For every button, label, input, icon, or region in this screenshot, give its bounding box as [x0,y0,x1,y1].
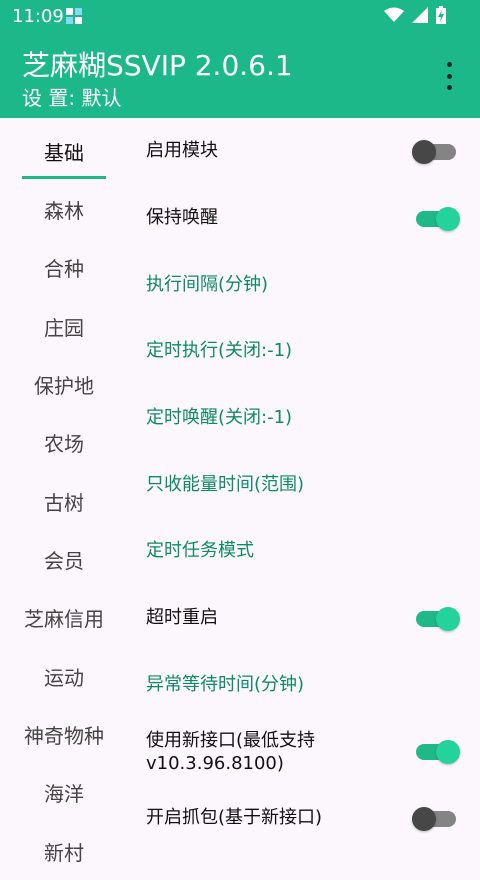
setting-label: 启用模块 [146,140,218,161]
setting-packet-capture[interactable]: 开启抓包(基于新接口) [146,805,466,831]
settings-list: 启用模块 保持唤醒 执行间隔(分钟) 定时执行(关闭:-1) 定时唤醒(关闭:-… [146,118,466,854]
sidebar-item-label: 古树 [44,490,84,515]
wifi-icon [384,7,404,27]
sidebar-item-reserve[interactable]: 保护地 [0,355,128,413]
sidebar-item-manor[interactable]: 庄园 [0,297,128,355]
setting-exec-interval[interactable]: 执行间隔(分钟) [146,272,466,298]
setting-label-line1: 使用新接口(最低支持 [146,730,316,751]
timeout-restart-switch[interactable] [414,607,460,631]
setting-error-wait-time[interactable]: 异常等待时间(分钟) [146,672,466,698]
setting-label: 定时唤醒(关闭:-1) [146,407,293,428]
setting-scheduled-exec[interactable]: 定时执行(关闭:-1) [146,338,466,364]
category-sidebar: 基础 森林 合种 庄园 保护地 农场 古树 会员 芝麻信用 运动 神奇物种 海洋… [0,118,128,865]
sidebar-item-basic[interactable]: 基础 [0,122,128,180]
signal-icon [412,7,428,27]
app-title: 芝麻糊SSVIP 2.0.6.1 [22,49,293,82]
sidebar-item-farm[interactable]: 农场 [0,413,128,471]
enable-module-switch[interactable] [412,140,460,164]
sidebar-item-label: 芝麻信用 [24,606,104,631]
sidebar-item-label: 保护地 [34,373,94,398]
sidebar-item-magic-species[interactable]: 神奇物种 [0,705,128,763]
app-bar: 11:09 芝麻糊SSVIP 2.0.6.1 设 置: 默认 [0,0,480,118]
setting-label: 异常等待时间(分钟) [146,674,305,695]
sidebar-item-label: 运动 [44,665,84,690]
setting-energy-time-range[interactable]: 只收能量时间(范围) [146,472,466,498]
config-subtitle: 设 置: 默认 [22,86,122,110]
sidebar-item-forest[interactable]: 森林 [0,180,128,238]
sidebar-item-label: 庄园 [44,315,84,340]
setting-timeout-restart[interactable]: 超时重启 [146,605,466,631]
sidebar-item-sport[interactable]: 运动 [0,647,128,705]
setting-label: 使用新接口(最低支持 v10.3.96.8100) [146,729,315,775]
sidebar-item-label: 神奇物种 [24,723,104,748]
sidebar-item-village[interactable]: 新村 [0,822,128,880]
status-time: 11:09 [12,6,64,27]
setting-label: 超时重启 [146,607,218,628]
packet-capture-switch[interactable] [412,807,460,831]
setting-label: 执行间隔(分钟) [146,274,269,295]
sidebar-item-cooperate[interactable]: 合种 [0,238,128,296]
setting-label: 保持唤醒 [146,207,218,228]
sidebar-item-label: 基础 [44,140,84,165]
system-icons [384,6,446,28]
setting-label-line2: v10.3.96.8100) [146,753,284,774]
setting-scheduled-wake[interactable]: 定时唤醒(关闭:-1) [146,405,466,431]
setting-task-mode[interactable]: 定时任务模式 [146,538,466,564]
setting-label: 只收能量时间(范围) [146,474,305,495]
setting-label: 定时执行(关闭:-1) [146,340,293,361]
sidebar-item-member[interactable]: 会员 [0,530,128,588]
sidebar-item-label: 会员 [44,548,84,573]
setting-keep-awake[interactable]: 保持唤醒 [146,205,466,231]
battery-icon [436,6,446,28]
sidebar-item-ancient-tree[interactable]: 古树 [0,472,128,530]
setting-label: 开启抓包(基于新接口) [146,807,323,828]
setting-enable-module[interactable]: 启用模块 [146,138,466,164]
sidebar-item-sesame-credit[interactable]: 芝麻信用 [0,588,128,646]
more-vert-icon[interactable] [438,62,460,90]
sidebar-item-label: 合种 [44,256,84,281]
setting-label: 定时任务模式 [146,540,254,561]
notification-app-icon [66,8,83,25]
status-bar: 11:09 [0,0,480,34]
sidebar-item-label: 农场 [44,431,84,456]
setting-new-api[interactable]: 使用新接口(最低支持 v10.3.96.8100) [146,728,466,776]
sidebar-item-label: 新村 [44,840,84,865]
sidebar-item-ocean[interactable]: 海洋 [0,763,128,821]
sidebar-item-label: 森林 [44,198,84,223]
new-api-switch[interactable] [414,740,460,764]
keep-awake-switch[interactable] [414,207,460,231]
active-tab-indicator [22,176,106,179]
sidebar-item-label: 海洋 [44,781,84,806]
